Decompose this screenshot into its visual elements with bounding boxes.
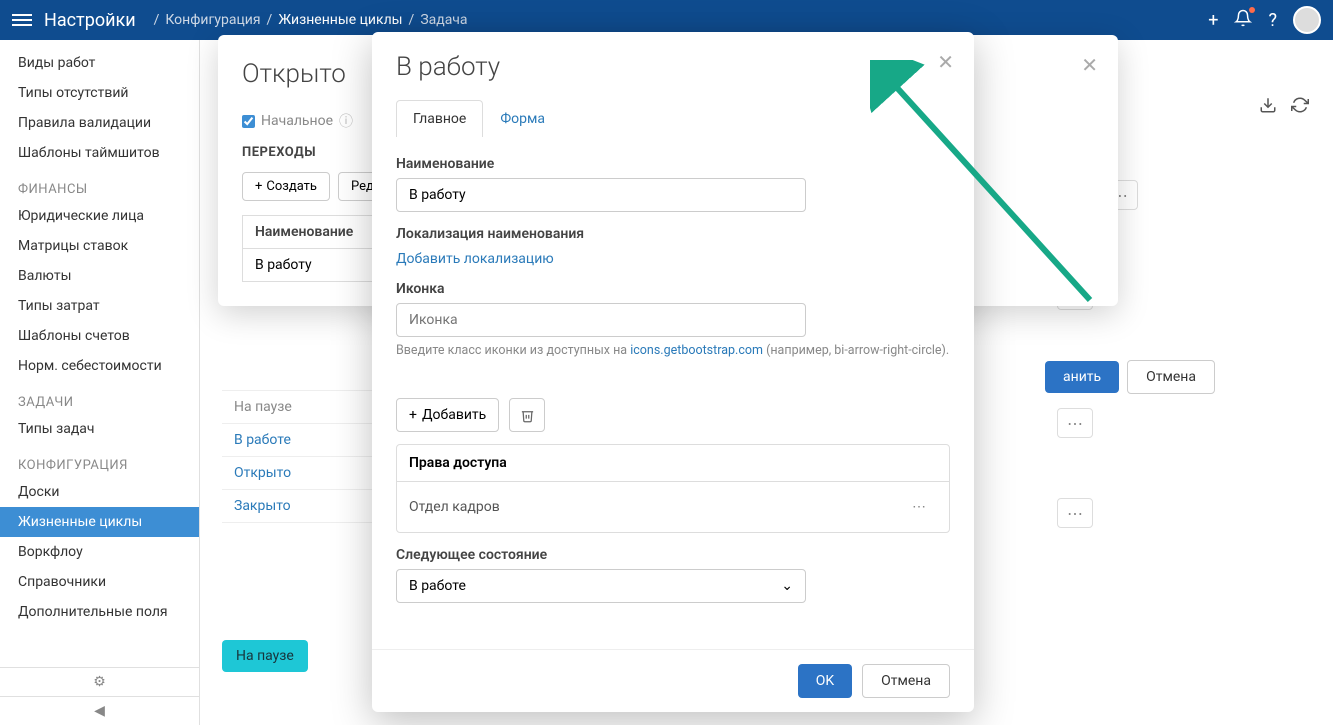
- sidebar-item[interactable]: Норм. себестоимости: [0, 351, 199, 381]
- sidebar-item-active[interactable]: Жизненные циклы: [0, 507, 199, 537]
- transition-row[interactable]: В работу: [243, 249, 392, 282]
- breadcrumb-item[interactable]: Жизненные циклы: [278, 12, 402, 28]
- ok-button[interactable]: OK: [798, 664, 852, 698]
- modal-transition: ✕ В работу Главное Форма Наименование Ло…: [372, 32, 974, 712]
- col-name-header: Наименование: [243, 216, 392, 249]
- menu-toggle[interactable]: [12, 10, 32, 30]
- download-icon[interactable]: [1259, 96, 1277, 118]
- close-icon[interactable]: ✕: [1081, 53, 1098, 77]
- chevron-down-icon: ⌄: [781, 578, 793, 594]
- localization-label: Локализация наименования: [396, 226, 950, 242]
- sidebar-item[interactable]: Справочники: [0, 567, 199, 597]
- sidebar-item[interactable]: Матрицы ставок: [0, 231, 199, 261]
- sidebar-item[interactable]: Типы затрат: [0, 291, 199, 321]
- sidebar-item[interactable]: Виды работ: [0, 48, 199, 78]
- transitions-table: Наименование В работу: [242, 215, 392, 282]
- state-link[interactable]: Открыто: [222, 457, 382, 490]
- breadcrumb-item[interactable]: Конфигурация: [165, 12, 260, 28]
- icon-label: Иконка: [396, 281, 950, 297]
- breadcrumb: / Конфигурация / Жизненные циклы / Задач…: [148, 12, 468, 28]
- next-state-select[interactable]: В работе ⌄: [396, 569, 806, 603]
- refresh-icon[interactable]: [1291, 96, 1309, 118]
- avatar[interactable]: [1293, 6, 1321, 34]
- add-button[interactable]: +Добавить: [396, 398, 499, 432]
- settings-icon[interactable]: ⚙: [0, 668, 199, 697]
- tabs: Главное Форма: [396, 100, 950, 138]
- app-title: Настройки: [44, 10, 136, 31]
- state-badge[interactable]: На паузе: [222, 640, 308, 672]
- add-icon[interactable]: +: [1208, 10, 1218, 31]
- create-button[interactable]: +Создать: [242, 172, 330, 201]
- cancel-button[interactable]: Отмена: [862, 664, 950, 698]
- row-actions-button[interactable]: ⋯: [901, 492, 937, 522]
- delete-button[interactable]: [509, 398, 545, 432]
- icon-hint: Введите класс иконки из доступных на ico…: [396, 343, 950, 358]
- tab-form[interactable]: Форма: [483, 100, 562, 137]
- sidebar-item[interactable]: Доски: [0, 477, 199, 507]
- state-link[interactable]: В работе: [222, 424, 382, 457]
- initial-checkbox[interactable]: [242, 115, 255, 128]
- state-link[interactable]: Закрыто: [222, 490, 382, 523]
- plus-icon: +: [409, 407, 417, 423]
- save-button[interactable]: анить: [1045, 361, 1119, 393]
- next-state-label: Следующее состояние: [396, 547, 950, 563]
- rights-header: Права доступа: [397, 445, 949, 482]
- state-link[interactable]: На паузе: [222, 390, 382, 424]
- plus-icon: +: [255, 179, 262, 194]
- bell-icon[interactable]: [1234, 9, 1252, 32]
- close-icon[interactable]: ✕: [937, 50, 954, 74]
- sidebar-item[interactable]: Правила валидации: [0, 108, 199, 138]
- rights-table: Права доступа Отдел кадров ⋯: [396, 444, 950, 533]
- help-icon[interactable]: ?: [1268, 10, 1277, 31]
- sidebar-group-label: ФИНАНСЫ: [0, 168, 199, 201]
- sidebar: Виды работ Типы отсутствий Правила валид…: [0, 40, 200, 725]
- sidebar-group-label: ЗАДАЧИ: [0, 381, 199, 414]
- sidebar-item[interactable]: Типы задач: [0, 414, 199, 444]
- cancel-button[interactable]: Отмена: [1127, 360, 1215, 394]
- sidebar-group-label: КОНФИГУРАЦИЯ: [0, 444, 199, 477]
- icon-input[interactable]: [396, 303, 806, 337]
- sidebar-item[interactable]: Шаблоны таймшитов: [0, 138, 199, 168]
- breadcrumb-item[interactable]: Задача: [420, 12, 467, 28]
- rights-row[interactable]: Отдел кадров ⋯: [397, 482, 949, 532]
- row-actions-button[interactable]: ⋯: [1057, 498, 1093, 528]
- help-hint-icon[interactable]: ⓘ: [339, 111, 353, 131]
- sidebar-item[interactable]: Валюты: [0, 261, 199, 291]
- sidebar-item[interactable]: Типы отсутствий: [0, 78, 199, 108]
- initial-label: Начальное: [261, 113, 333, 129]
- icon-docs-link[interactable]: icons.getbootstrap.com: [630, 343, 763, 358]
- add-localization-link[interactable]: Добавить локализацию: [396, 251, 554, 267]
- sidebar-item[interactable]: Юридические лица: [0, 201, 199, 231]
- name-input[interactable]: [396, 178, 806, 212]
- sidebar-item[interactable]: Воркфлоу: [0, 537, 199, 567]
- sidebar-item[interactable]: Шаблоны счетов: [0, 321, 199, 351]
- tab-main[interactable]: Главное: [396, 100, 483, 137]
- sidebar-item[interactable]: Дополнительные поля: [0, 597, 199, 627]
- name-label: Наименование: [396, 156, 950, 172]
- row-actions-button[interactable]: ⋯: [1057, 408, 1093, 438]
- modal-title: В работу: [396, 52, 950, 82]
- collapse-sidebar-icon[interactable]: ◀: [0, 697, 199, 725]
